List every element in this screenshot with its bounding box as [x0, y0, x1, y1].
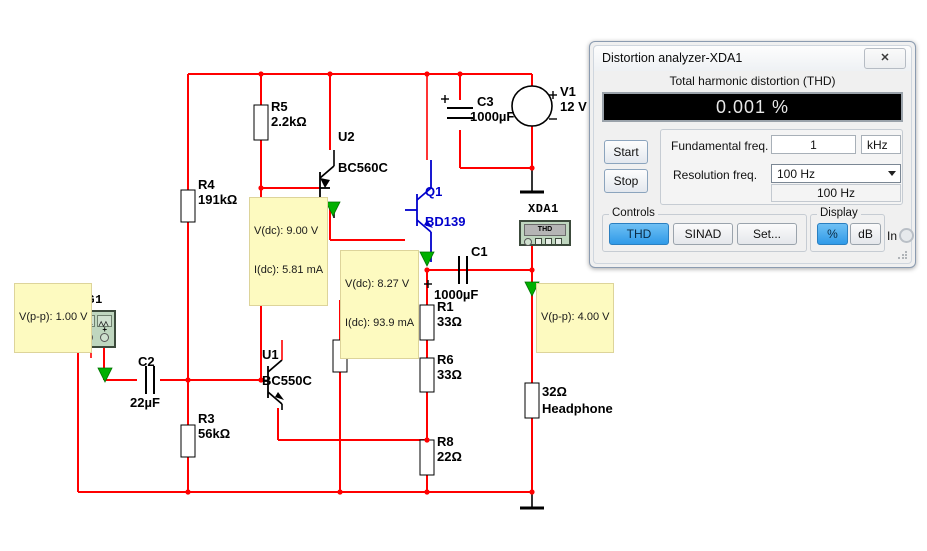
component-value-r8: 22Ω [437, 449, 462, 464]
close-icon[interactable]: ✕ [864, 48, 906, 69]
in-label: In [887, 229, 898, 243]
xda-indicator-1 [535, 238, 542, 245]
component-label-q1: Q1 [425, 184, 443, 199]
component-value-r6: 33Ω [437, 367, 462, 382]
fundamental-freq-label: Fundamental freq. [671, 139, 769, 153]
component-label-r8: R8 [437, 434, 454, 449]
resolution-freq-readout: 100 Hz [771, 184, 901, 202]
probe-u2-emitter-line1: V(dc): 9.00 V [254, 225, 319, 237]
schematic-canvas: R5 2.2kΩ R4 191kΩ R3 56kΩ R2 1.8kΩ R1 33… [0, 0, 927, 551]
fundamental-freq-unit: kHz [861, 135, 901, 154]
probe-output: V(p-p): 4.00 V [536, 283, 615, 353]
probe-q1-emitter-line2: I(dc): 93.9 mA [345, 317, 415, 329]
component-label-r4: R4 [198, 177, 215, 192]
component-label-c1: C1 [471, 244, 488, 259]
dialog-title: Distortion analyzer-XDA1 [602, 51, 743, 65]
thd-value: 0.001 % [715, 96, 790, 117]
probe-q1-emitter: V(dc): 8.27 V I(dc): 93.9 mA [340, 250, 420, 359]
controls-group-title: Controls [609, 207, 658, 219]
probe-q1-emitter-line1: V(dc): 8.27 V [345, 278, 410, 290]
probe-u2-emitter-line2: I(dc): 5.81 mA [254, 264, 324, 276]
set-button[interactable]: Set... [737, 223, 797, 245]
load-value: 32Ω [542, 384, 567, 399]
component-value-r1: 33Ω [437, 314, 462, 329]
component-value-r5: 2.2kΩ [271, 114, 307, 129]
in-terminal-led[interactable] [899, 228, 914, 243]
probe-output-line1: V(p-p): 4.00 V [541, 311, 610, 323]
component-label-r3: R3 [198, 411, 215, 426]
xda-indicator-3 [555, 238, 562, 245]
xda-terminal-in[interactable] [524, 237, 532, 246]
component-label-r5: R5 [271, 99, 288, 114]
thd-caption: Total harmonic distortion (THD) [669, 74, 836, 88]
frequency-panel: Fundamental freq. 1 kHz Resolution freq.… [660, 129, 903, 205]
dialog-inner: Distortion analyzer-XDA1 ✕ Total harmoni… [593, 45, 914, 264]
thd-readout: 0.001 % [602, 92, 903, 122]
probe-input-line1: V(p-p): 1.00 V [19, 311, 88, 323]
component-value-c2: 22µF [130, 395, 160, 410]
start-button[interactable]: Start [604, 140, 648, 164]
load-name: Headphone [542, 401, 613, 416]
component-label-u2: U2 [338, 129, 355, 144]
component-value-q1: BD139 [425, 214, 466, 229]
stop-button[interactable]: Stop [604, 169, 648, 193]
xda-screen-text: THD [524, 224, 566, 236]
component-value-r4: 191kΩ [198, 192, 238, 207]
component-label-c3: C3 [477, 94, 494, 109]
display-group-title: Display [817, 207, 861, 219]
component-label-r6: R6 [437, 352, 454, 367]
distortion-analyzer-dialog[interactable]: Distortion analyzer-XDA1 ✕ Total harmoni… [589, 41, 916, 268]
controls-group: Controls THD SINAD Set... [602, 207, 807, 252]
component-value-r3: 56kΩ [198, 426, 231, 441]
dialog-titlebar[interactable]: Distortion analyzer-XDA1 ✕ [594, 46, 911, 71]
component-value-c1: 1000µF [434, 287, 479, 302]
resize-grip-icon[interactable] [897, 250, 907, 260]
chevron-down-icon [888, 171, 896, 176]
fundamental-freq-input[interactable]: 1 [771, 135, 856, 154]
resolution-freq-label: Resolution freq. [673, 168, 758, 182]
percent-button[interactable]: % [817, 223, 848, 245]
xda-indicator-2 [545, 238, 552, 245]
component-value-c3: 1000µF [470, 109, 515, 124]
display-group: Display % dB [810, 207, 885, 252]
component-label-u1: U1 [262, 347, 279, 362]
thd-button[interactable]: THD [609, 223, 669, 245]
probe-input: V(p-p): 1.00 V [14, 283, 93, 353]
component-label-r1: R1 [437, 299, 454, 314]
db-button[interactable]: dB [850, 223, 881, 245]
resolution-freq-value: 100 Hz [777, 166, 816, 181]
xfg-terminal-plus[interactable] [97, 333, 112, 342]
component-value-v1: 12 V [560, 99, 587, 114]
distortion-analyzer-xda1[interactable]: THD [519, 220, 571, 246]
instrument-label-xda1: XDA1 [528, 202, 559, 216]
close-glyph: ✕ [880, 52, 890, 64]
component-label-v1: V1 [560, 84, 576, 99]
sinad-button[interactable]: SINAD [673, 223, 733, 245]
resolution-freq-select[interactable]: 100 Hz [771, 164, 901, 183]
component-value-u2: BC560C [338, 160, 388, 175]
probe-u2-emitter: V(dc): 9.00 V I(dc): 5.81 mA [249, 197, 329, 306]
component-value-u1: BC550C [262, 373, 312, 388]
component-label-c2: C2 [138, 354, 155, 369]
